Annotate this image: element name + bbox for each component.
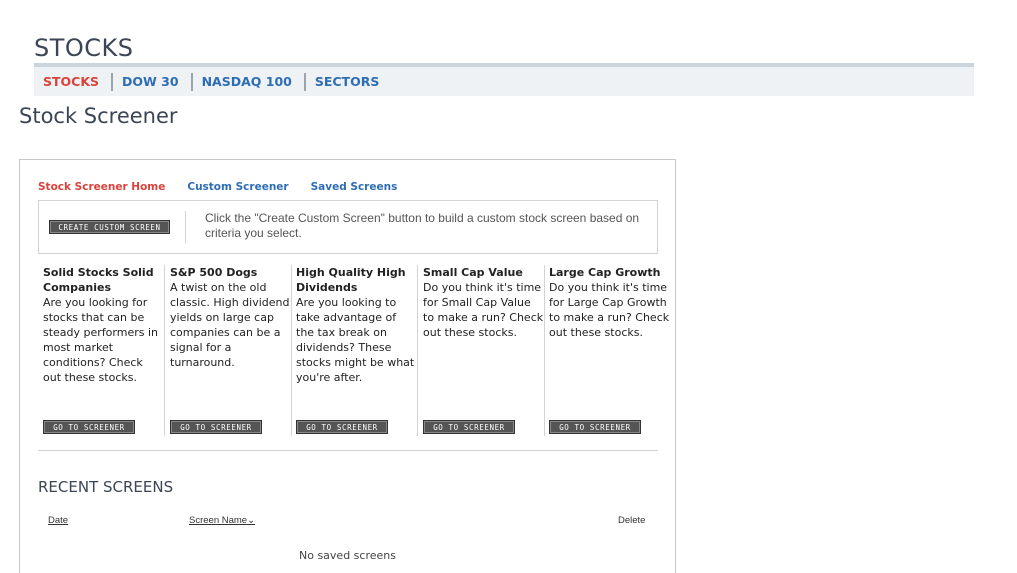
sort-chevron-icon: ⌄ xyxy=(247,515,256,526)
tab-saved-screens[interactable]: Saved Screens xyxy=(311,181,398,193)
tab-custom-screener[interactable]: Custom Screener xyxy=(187,181,288,193)
screen-card-solid-stocks: Solid Stocks Solid Companies Are you loo… xyxy=(38,265,165,436)
section-title: STOCKS xyxy=(34,34,134,62)
stock-screener-panel: Stock Screener Home Custom Screener Save… xyxy=(19,159,676,573)
recent-screens-title: RECENT SCREENS xyxy=(38,478,174,496)
stocks-subnav: STOCKS DOW 30 NASDAQ 100 SECTORS xyxy=(34,63,974,96)
screen-card-sp500-dogs: S&P 500 Dogs A twist on the old classic.… xyxy=(165,265,292,436)
screen-card-small-cap-value: Small Cap Value Do you think it's time f… xyxy=(418,265,545,436)
screen-card-large-cap-growth: Large Cap Growth Do you think it's time … xyxy=(544,265,671,436)
create-custom-screen-box: CREATE CUSTOM SCREEN Click the "Create C… xyxy=(38,200,658,254)
empty-state-message: No saved screens xyxy=(299,549,396,562)
screen-name-header-label: Screen Name xyxy=(189,515,248,526)
go-to-screener-button[interactable]: GO TO SCREENER xyxy=(170,420,262,434)
delete-column-header: Delete xyxy=(618,515,646,526)
date-column-header[interactable]: Date xyxy=(48,515,68,526)
screen-description: Do you think it's time for Small Cap Val… xyxy=(423,281,544,339)
subnav-item-sectors[interactable]: SECTORS xyxy=(306,74,392,89)
screen-card-high-quality-dividends: High Quality High Dividends Are you look… xyxy=(291,265,418,436)
create-custom-screen-button[interactable]: CREATE CUSTOM SCREEN xyxy=(49,220,170,234)
section-divider xyxy=(38,450,658,451)
go-to-screener-button[interactable]: GO TO SCREENER xyxy=(296,420,388,434)
screen-name[interactable]: S&P 500 Dogs xyxy=(170,265,291,280)
screen-description: Do you think it's time for Large Cap Gro… xyxy=(549,281,670,339)
screener-tabs: Stock Screener Home Custom Screener Save… xyxy=(38,181,419,193)
screen-description: Are you looking for stocks that can be s… xyxy=(43,296,159,384)
page: STOCKS STOCKS DOW 30 NASDAQ 100 SECTORS … xyxy=(0,0,1017,573)
screen-name[interactable]: Small Cap Value xyxy=(423,265,544,280)
screen-name[interactable]: High Quality High Dividends xyxy=(296,265,417,295)
go-to-screener-button[interactable]: GO TO SCREENER xyxy=(549,420,641,434)
go-to-screener-button[interactable]: GO TO SCREENER xyxy=(43,420,135,434)
page-title: Stock Screener xyxy=(19,104,178,128)
create-custom-screen-description: Click the "Create Custom Screen" button … xyxy=(205,211,640,240)
screen-name[interactable]: Large Cap Growth xyxy=(549,265,671,280)
subnav-item-dow-30[interactable]: DOW 30 xyxy=(113,74,191,89)
screen-description: A twist on the old classic. High dividen… xyxy=(170,281,290,369)
go-to-screener-button[interactable]: GO TO SCREENER xyxy=(423,420,515,434)
tab-stock-screener-home[interactable]: Stock Screener Home xyxy=(38,181,165,193)
screen-name-column-header[interactable]: Screen Name⌄ xyxy=(189,515,255,526)
screen-name[interactable]: Solid Stocks Solid Companies xyxy=(43,265,164,295)
subnav-item-stocks[interactable]: STOCKS xyxy=(34,74,111,89)
screen-description: Are you looking to take advantage of the… xyxy=(296,296,415,384)
subnav-item-nasdaq-100[interactable]: NASDAQ 100 xyxy=(193,74,304,89)
create-box-divider xyxy=(185,211,186,243)
